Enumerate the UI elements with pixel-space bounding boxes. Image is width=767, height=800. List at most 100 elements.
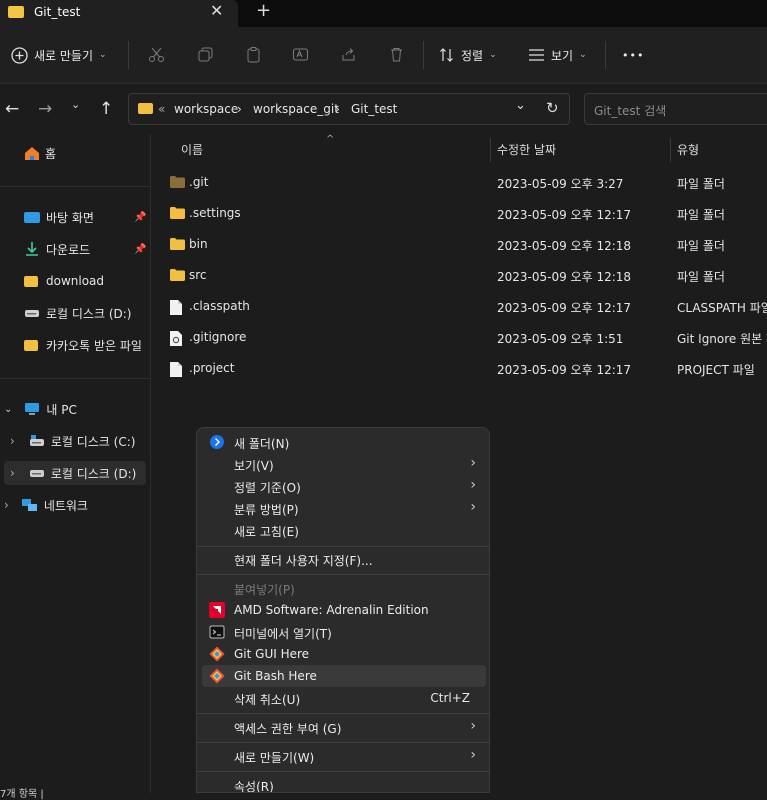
menu-item-view[interactable]: 보기(V) ›: [202, 453, 486, 475]
file-row[interactable]: src 2023-05-09 오후 12:18 파일 폴더: [150, 260, 767, 291]
up-button[interactable]: ↑: [99, 99, 113, 119]
tab-git-test[interactable]: Git_test ✕: [0, 0, 238, 27]
menu-item-label: 터미널에서 열기(T): [234, 627, 332, 641]
sort-label: 정렬: [461, 48, 484, 63]
sidebar-item-download-folder[interactable]: download: [24, 269, 104, 293]
settings-file-icon: [170, 331, 182, 349]
address-dropdown-icon[interactable]: ⌄: [515, 98, 526, 113]
menu-item-properties[interactable]: 속성(R): [202, 774, 486, 792]
crumb-workspace[interactable]: workspace: [174, 102, 238, 116]
chevron-right-icon[interactable]: ›: [4, 498, 9, 512]
rename-icon[interactable]: [292, 46, 309, 63]
sidebar-item-kakaotalk[interactable]: 카카오톡 받은 파일: [24, 333, 150, 357]
sidebar-item-local-disk-d[interactable]: 로컬 디스크 (D:): [24, 301, 131, 325]
drive-icon: [25, 310, 39, 317]
menu-divider: [197, 713, 489, 714]
pin-icon[interactable]: 📌: [134, 244, 146, 255]
column-header-type[interactable]: 유형: [677, 141, 699, 158]
crumb-git-test[interactable]: Git_test: [351, 102, 397, 116]
file-row[interactable]: .classpath 2023-05-09 오후 12:17 CLASSPATH 파…: [150, 291, 767, 322]
menu-item-sort[interactable]: 정렬 기준(O) ›: [202, 475, 486, 497]
overflow-crumb[interactable]: «: [158, 102, 165, 116]
folder-icon: [170, 238, 185, 253]
file-type: PROJECT 파일: [677, 363, 755, 377]
forward-button[interactable]: →: [38, 99, 52, 119]
menu-item-customize-folder[interactable]: 현재 폴더 사용자 지정(F)...: [202, 548, 486, 570]
paste-icon[interactable]: [245, 46, 262, 63]
copy-icon[interactable]: [197, 46, 214, 63]
sidebar-item-network[interactable]: › 네트워크: [4, 493, 88, 517]
sidebar-item-downloads[interactable]: 다운로드 📌: [24, 237, 150, 261]
chevron-right-icon[interactable]: ›: [10, 466, 15, 480]
search-box[interactable]: Git_test 검색: [584, 93, 767, 125]
home-icon: [25, 146, 39, 160]
address-bar[interactable]: « workspace › workspace_git › Git_test ⌄…: [128, 93, 570, 125]
chevron-down-icon[interactable]: ⌄: [4, 404, 12, 415]
file-type: 파일 폴더: [677, 208, 725, 222]
delete-icon[interactable]: [388, 46, 405, 63]
crumb-separator[interactable]: ›: [335, 102, 340, 116]
column-header-modified[interactable]: 수정한 날짜: [497, 141, 556, 158]
file-row[interactable]: .project 2023-05-09 오후 12:17 PROJECT 파일: [150, 353, 767, 384]
menu-item-new-folder[interactable]: 새 폴더(N): [202, 431, 486, 453]
menu-item-paste[interactable]: 붙여넣기(P): [202, 577, 486, 599]
menu-item-label: 붙여넣기(P): [234, 583, 295, 597]
folder-icon: [138, 103, 153, 114]
menu-item-label: 새 폴더(N): [234, 437, 290, 451]
sidebar-item-label: 내 PC: [46, 402, 77, 417]
cut-icon[interactable]: [148, 46, 165, 63]
new-button[interactable]: 새로 만들기 ⌄: [11, 44, 107, 66]
refresh-icon[interactable]: ↻: [546, 99, 559, 117]
chevron-right-icon[interactable]: ›: [10, 434, 15, 448]
sort-button[interactable]: 정렬 ⌄: [439, 44, 497, 66]
close-tab-icon[interactable]: ✕: [210, 1, 223, 20]
menu-item-group[interactable]: 분류 방법(P) ›: [202, 497, 486, 519]
folder-icon: [24, 339, 38, 351]
view-icon: [529, 49, 544, 61]
drive-icon: [29, 470, 44, 477]
file-name: .git: [189, 175, 209, 189]
menu-item-label: Git Bash Here: [234, 669, 317, 683]
view-label: 보기: [551, 48, 574, 63]
file-row[interactable]: bin 2023-05-09 오후 12:18 파일 폴더: [150, 229, 767, 260]
pin-icon[interactable]: 📌: [134, 212, 146, 223]
file-type: CLASSPATH 파일: [677, 301, 767, 315]
share-icon[interactable]: [340, 46, 357, 63]
menu-item-label: 현재 폴더 사용자 지정(F)...: [234, 554, 373, 568]
divider: [0, 378, 150, 379]
column-header-name[interactable]: 이름: [181, 141, 203, 158]
new-tab-button[interactable]: +: [256, 0, 271, 21]
sidebar-item-drive-c[interactable]: › 로컬 디스크 (C:): [10, 429, 135, 453]
menu-item-refresh[interactable]: 새로 고침(E): [202, 519, 486, 541]
menu-item-git-gui[interactable]: Git GUI Here: [202, 643, 486, 665]
sidebar-item-this-pc[interactable]: ⌄ 내 PC: [4, 397, 77, 421]
menu-item-amd-software[interactable]: AMD Software: Adrenalin Edition: [202, 599, 486, 621]
sidebar-item-home[interactable]: 홈: [24, 141, 56, 165]
search-placeholder: Git_test 검색: [594, 104, 667, 118]
menu-item-git-bash[interactable]: Git Bash Here: [202, 665, 486, 687]
column-divider[interactable]: [490, 138, 491, 162]
recent-locations-chevron-icon[interactable]: ⌄: [71, 98, 80, 111]
file-row[interactable]: .settings 2023-05-09 오후 12:17 파일 폴더: [150, 198, 767, 229]
menu-item-new[interactable]: 새로 만들기(W) ›: [202, 745, 486, 767]
divider: [605, 41, 606, 69]
git-gui-icon: [209, 646, 225, 662]
sidebar-item-desktop[interactable]: 바탕 화면 📌: [24, 205, 150, 229]
menu-item-give-access[interactable]: 액세스 권한 부여 (G) ›: [202, 716, 486, 738]
crumb-workspace-git[interactable]: workspace_git: [253, 102, 339, 116]
menu-item-open-terminal[interactable]: 터미널에서 열기(T): [202, 621, 486, 643]
more-options-button[interactable]: •••: [622, 44, 644, 66]
file-row[interactable]: .git 2023-05-09 오후 3:27 파일 폴더: [150, 167, 767, 198]
menu-item-shortcut: Ctrl+Z: [430, 691, 470, 705]
view-button[interactable]: 보기 ⌄: [528, 44, 587, 66]
download-icon: [26, 242, 38, 256]
back-button[interactable]: ←: [5, 99, 19, 119]
menu-item-undo-delete[interactable]: 삭제 취소(U) Ctrl+Z: [202, 687, 486, 709]
column-divider[interactable]: [670, 138, 671, 162]
file-row[interactable]: .gitignore 2023-05-09 오후 1:51 Git Ignore 원…: [150, 322, 767, 353]
menu-item-label: 삭제 취소(U): [234, 693, 301, 707]
menu-item-label: 분류 방법(P): [234, 503, 299, 517]
sidebar-item-label: 홈: [45, 146, 57, 161]
sidebar-item-drive-d[interactable]: › 로컬 디스크 (D:): [4, 461, 146, 485]
crumb-separator[interactable]: ›: [237, 102, 242, 116]
